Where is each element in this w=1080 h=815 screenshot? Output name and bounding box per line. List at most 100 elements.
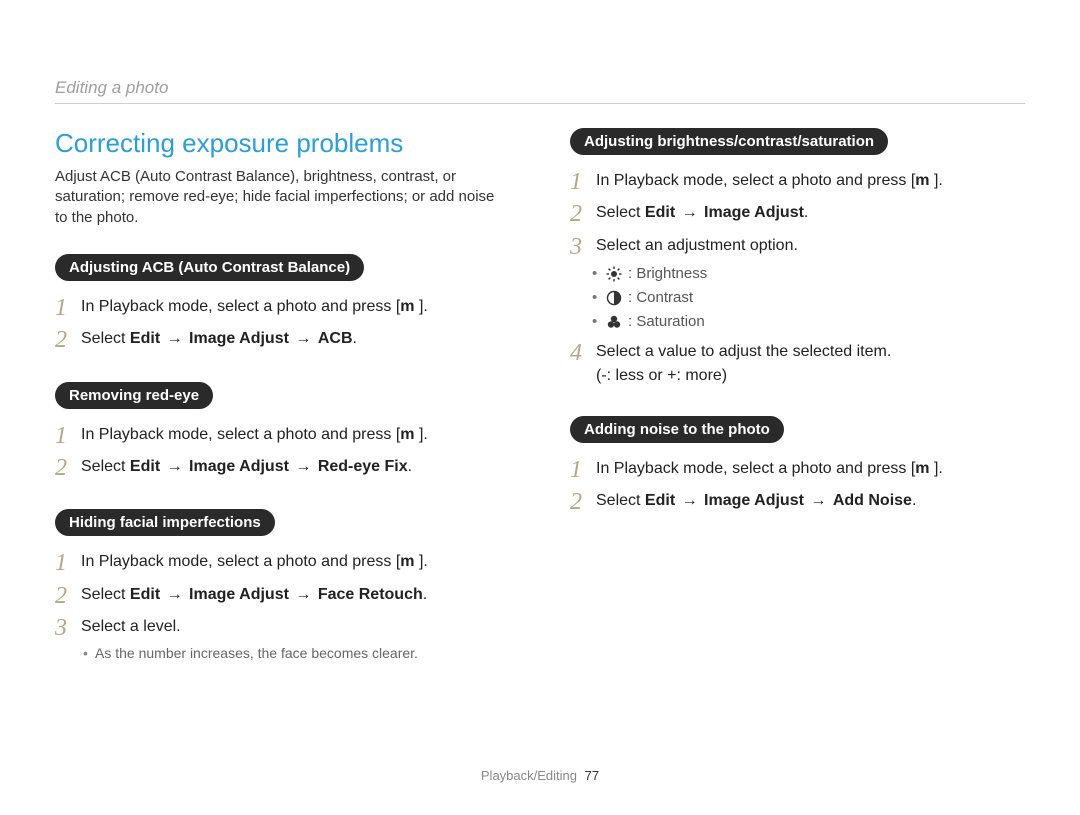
menu-path-item: ACB	[318, 330, 353, 347]
step-text: Select an adjustment option. : Brightnes…	[596, 234, 798, 334]
key-label: m	[400, 553, 414, 570]
step-row: 4 Select a value to adjust the selected …	[570, 340, 1025, 388]
step-number: 2	[55, 327, 81, 353]
text-fragment: ].	[930, 172, 943, 189]
step-row: 1 In Playback mode, select a photo and p…	[55, 295, 510, 321]
page-footer: Playback/Editing 77	[0, 768, 1080, 783]
menu-path-item: Image Adjust	[189, 586, 289, 603]
brightness-icon	[606, 266, 622, 282]
key-label: m	[915, 460, 929, 477]
step-text: In Playback mode, select a photo and pre…	[596, 169, 943, 193]
step-row: 2 Select Edit → Image Adjust → Red-eye F…	[55, 455, 510, 481]
arrow-icon: →	[682, 201, 698, 225]
step-number: 2	[570, 201, 596, 227]
text-fragment: ].	[415, 426, 428, 443]
step-text: In Playback mode, select a photo and pre…	[81, 423, 428, 447]
text-fragment: .	[423, 586, 427, 603]
steps-bcs: 1 In Playback mode, select a photo and p…	[570, 169, 1025, 388]
option-brightness: : Brightness	[596, 262, 798, 286]
step-number: 2	[55, 583, 81, 609]
step-text: Select Edit → Image Adjust.	[596, 201, 808, 225]
step-row: 1 In Playback mode, select a photo and p…	[570, 457, 1025, 483]
text-fragment: Select an adjustment option.	[596, 237, 798, 254]
key-label: m	[915, 172, 929, 189]
intro-paragraph: Adjust ACB (Auto Contrast Balance), brig…	[55, 167, 510, 228]
steps-redeye: 1 In Playback mode, select a photo and p…	[55, 423, 510, 482]
option-saturation: : Saturation	[596, 310, 798, 334]
key-label: m	[400, 298, 414, 315]
steps-acb: 1 In Playback mode, select a photo and p…	[55, 295, 510, 354]
arrow-icon: →	[810, 489, 826, 513]
menu-path-item: Edit	[130, 330, 160, 347]
menu-path-item: Image Adjust	[704, 492, 804, 509]
step-number: 3	[55, 615, 81, 641]
step-text: In Playback mode, select a photo and pre…	[596, 457, 943, 481]
step-text: Select Edit → Image Adjust → ACB.	[81, 327, 357, 351]
arrow-icon: →	[295, 327, 311, 351]
option-contrast: : Contrast	[596, 286, 798, 310]
content-columns: Correcting exposure problems Adjust ACB …	[55, 128, 1025, 692]
step-text: Select Edit → Image Adjust → Red-eye Fix…	[81, 455, 412, 479]
text-fragment: .	[353, 330, 357, 347]
arrow-icon: →	[682, 489, 698, 513]
step-text: Select Edit → Image Adjust → Add Noise.	[596, 489, 916, 513]
section-heading: Correcting exposure problems	[55, 128, 510, 159]
step-text: Select a value to adjust the selected it…	[596, 340, 891, 388]
saturation-icon	[606, 314, 622, 330]
menu-path-item: Image Adjust	[189, 330, 289, 347]
text-fragment: ].	[930, 460, 943, 477]
divider	[55, 103, 1025, 104]
text-fragment: In Playback mode, select a photo and pre…	[81, 553, 400, 570]
text-fragment: In Playback mode, select a photo and pre…	[596, 460, 915, 477]
text-fragment: Select a value to adjust the selected it…	[596, 343, 891, 360]
text-fragment: In Playback mode, select a photo and pre…	[81, 298, 400, 315]
step-row: 1 In Playback mode, select a photo and p…	[55, 423, 510, 449]
arrow-icon: →	[295, 583, 311, 607]
manual-page: Editing a photo Correcting exposure prob…	[0, 0, 1080, 815]
subsection-pill-redeye: Removing red-eye	[55, 382, 213, 409]
step-note-list: As the number increases, the face become…	[81, 643, 418, 664]
step-text: Select Edit → Image Adjust → Face Retouc…	[81, 583, 427, 607]
steps-facial: 1 In Playback mode, select a photo and p…	[55, 550, 510, 664]
option-label: : Contrast	[628, 286, 693, 310]
text-fragment: Select	[596, 492, 645, 509]
menu-path-item: Edit	[645, 492, 675, 509]
text-fragment: In Playback mode, select a photo and pre…	[596, 172, 915, 189]
step-number: 4	[570, 340, 596, 366]
subsection-pill-bcs: Adjusting brightness/contrast/saturation	[570, 128, 888, 155]
arrow-icon: →	[167, 327, 183, 351]
text-fragment: .	[408, 458, 412, 475]
step-row: 1 In Playback mode, select a photo and p…	[570, 169, 1025, 195]
steps-noise: 1 In Playback mode, select a photo and p…	[570, 457, 1025, 516]
text-fragment: Select	[81, 586, 130, 603]
footer-page-number: 77	[585, 768, 599, 783]
subsection-pill-noise: Adding noise to the photo	[570, 416, 784, 443]
menu-path-item: Edit	[130, 586, 160, 603]
arrow-icon: →	[295, 455, 311, 479]
step-row: 3 Select an adjustment option. : Brightn…	[570, 234, 1025, 334]
contrast-icon	[606, 290, 622, 306]
step-row: 3 Select a level. As the number increase…	[55, 615, 510, 664]
menu-path-item: Edit	[645, 204, 675, 221]
menu-path-item: Image Adjust	[704, 204, 804, 221]
text-hint: (-: less or +: more)	[596, 367, 727, 384]
option-label: : Saturation	[628, 310, 705, 334]
step-number: 3	[570, 234, 596, 260]
text-fragment: .	[804, 204, 808, 221]
step-number: 2	[55, 455, 81, 481]
menu-path-item: Add Noise	[833, 492, 912, 509]
right-column: Adjusting brightness/contrast/saturation…	[570, 128, 1025, 692]
subsection-pill-facial: Hiding facial imperfections	[55, 509, 275, 536]
step-number: 1	[55, 423, 81, 449]
step-number: 1	[570, 457, 596, 483]
footer-section: Playback/Editing	[481, 768, 577, 783]
option-label: : Brightness	[628, 262, 707, 286]
text-fragment: ].	[415, 553, 428, 570]
step-text: In Playback mode, select a photo and pre…	[81, 295, 428, 319]
step-row: 2 Select Edit → Image Adjust.	[570, 201, 1025, 227]
step-number: 1	[570, 169, 596, 195]
menu-path-item: Image Adjust	[189, 458, 289, 475]
arrow-icon: →	[167, 583, 183, 607]
text-fragment: Select	[596, 204, 645, 221]
step-row: 2 Select Edit → Image Adjust → Add Noise…	[570, 489, 1025, 515]
